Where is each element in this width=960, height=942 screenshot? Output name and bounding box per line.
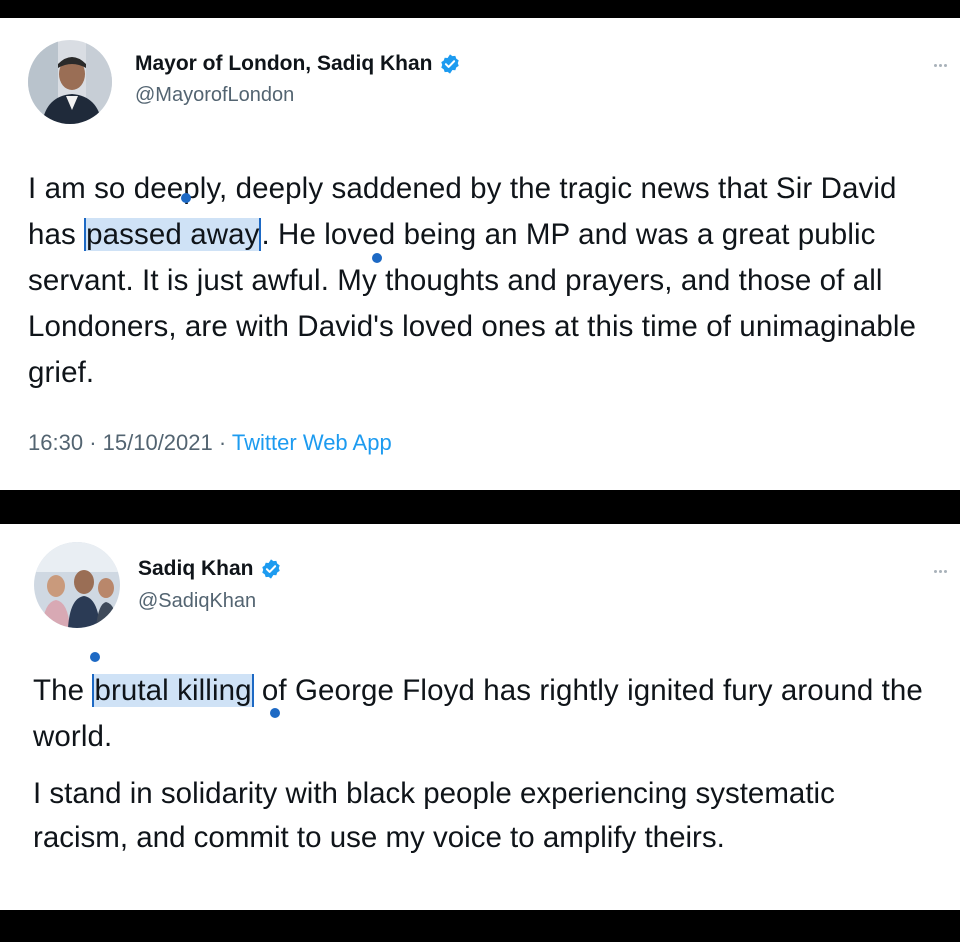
selection-end-handle[interactable] <box>372 253 382 263</box>
tweet-text: I am so deeply, deeply saddened by the t… <box>28 166 948 396</box>
selection-start-handle[interactable] <box>181 193 191 203</box>
tweet-card: Sadiq Khan @SadiqKhan The brutal killing… <box>0 524 960 910</box>
user-handle[interactable]: @MayorofLondon <box>135 84 294 107</box>
tweet-text: The brutal killing of George Floyd has r… <box>33 668 933 760</box>
separator: · <box>218 430 227 455</box>
separator: · <box>89 430 97 455</box>
selected-text: brutal killing <box>92 674 254 707</box>
more-options-icon[interactable] <box>934 560 954 573</box>
tweet-text-before: The <box>33 674 93 707</box>
display-name[interactable]: Mayor of London, Sadiq Khan <box>135 52 433 76</box>
avatar[interactable] <box>28 40 112 124</box>
selected-text: passed away <box>84 218 262 251</box>
user-handle[interactable]: @SadiqKhan <box>138 590 256 613</box>
verified-badge-icon <box>260 558 282 580</box>
tweet-date[interactable]: 15/10/2021 <box>103 430 213 455</box>
selection-start-handle[interactable] <box>90 652 100 662</box>
selection-end-handle[interactable] <box>270 708 280 718</box>
tweet-time[interactable]: 16:30 <box>28 430 83 455</box>
author-name-row: Mayor of London, Sadiq Khan <box>135 52 461 76</box>
display-name[interactable]: Sadiq Khan <box>138 557 254 581</box>
more-options-icon[interactable] <box>934 54 954 67</box>
author-name-row: Sadiq Khan <box>138 557 282 581</box>
tweet-source[interactable]: Twitter Web App <box>232 430 392 455</box>
tweet-card: Mayor of London, Sadiq Khan @MayorofLond… <box>0 18 960 490</box>
tweet-metadata: 16:30 · 15/10/2021 · Twitter Web App <box>28 430 392 456</box>
avatar[interactable] <box>34 542 120 628</box>
tweet-text-paragraph: I stand in solidarity with black people … <box>33 777 835 854</box>
verified-badge-icon <box>439 53 461 75</box>
